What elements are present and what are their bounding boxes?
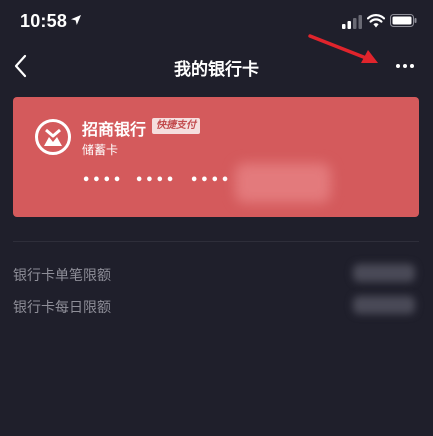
more-dot <box>410 64 414 68</box>
divider <box>13 241 419 242</box>
single-limit-label: 银行卡单笔限额 <box>13 268 111 284</box>
bank-card[interactable]: 招商银行 快捷支付 储蓄卡 •••• •••• •••• <box>13 97 419 217</box>
wifi-icon <box>367 14 385 28</box>
card-last-digits-blurred <box>235 163 331 203</box>
limit-row-daily: 银行卡每日限额 <box>13 294 419 318</box>
limit-row-single: 银行卡单笔限额 <box>13 262 419 286</box>
location-arrow-icon <box>71 15 81 25</box>
more-dot <box>403 64 407 68</box>
daily-limit-value-blurred <box>353 296 415 314</box>
more-button[interactable] <box>388 56 422 76</box>
daily-limit-label: 银行卡每日限额 <box>13 300 111 316</box>
more-dot <box>396 64 400 68</box>
bank-name: 招商银行 <box>82 120 147 139</box>
card-number-mask: •••• <box>190 173 232 188</box>
card-type: 储蓄卡 <box>82 143 119 157</box>
card-number-mask: •••• <box>82 173 124 188</box>
signal-icon <box>342 15 362 29</box>
card-number-mask: •••• <box>135 173 177 188</box>
quick-pay-badge: 快捷支付 <box>152 118 200 134</box>
cmb-bank-logo-icon <box>35 119 71 155</box>
red-arrow-annotation <box>308 34 378 63</box>
battery-icon <box>390 14 417 27</box>
status-time: 10:58 <box>20 11 68 31</box>
single-limit-value-blurred <box>353 264 415 282</box>
